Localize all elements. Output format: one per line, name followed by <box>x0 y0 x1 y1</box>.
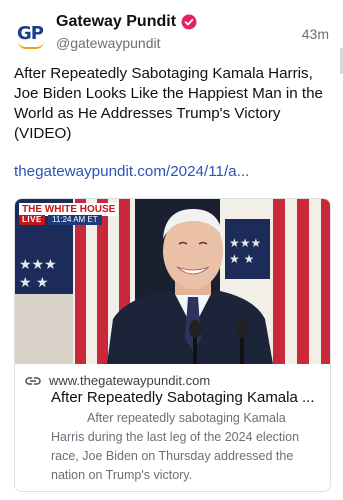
svg-text:★★★: ★★★ <box>19 257 57 273</box>
post-time[interactable]: 43m <box>302 26 329 42</box>
avatar[interactable]: GP <box>13 16 47 50</box>
avatar-smile-mark <box>18 41 44 49</box>
account-handle[interactable]: @gatewaypundit <box>56 35 161 51</box>
account-name-row[interactable]: Gateway Pundit <box>56 13 197 31</box>
account-name[interactable]: Gateway Pundit <box>56 13 176 31</box>
live-badge: LIVE <box>19 215 45 225</box>
svg-text:★★★: ★★★ <box>229 236 261 250</box>
card-domain-row: www.thegatewaypundit.com <box>25 373 210 388</box>
svg-text:★ ★: ★ ★ <box>229 252 254 266</box>
card-image[interactable]: ★★★ ★ ★ ★★★ ★ ★ THE WHITE HOUSE LIVE 11:… <box>15 199 330 364</box>
broadcast-time: 11:24 AM ET <box>48 215 102 225</box>
link-preview-card[interactable]: ★★★ ★ ★ ★★★ ★ ★ THE WHITE HOUSE LIVE 11:… <box>14 198 331 492</box>
card-description: After repeatedly sabotaging Kamala Harri… <box>51 411 300 482</box>
verified-badge-icon <box>181 14 197 30</box>
post-link[interactable]: thegatewaypundit.com/2024/11/a... <box>14 163 334 180</box>
svg-text:★ ★: ★ ★ <box>19 275 49 291</box>
card-domain: www.thegatewaypundit.com <box>49 373 211 388</box>
link-icon <box>25 376 41 385</box>
post-text: After Repeatedly Sabotaging Kamala Harri… <box>14 65 324 142</box>
card-title[interactable]: After Repeatedly Sabotaging Kamala ... <box>51 389 323 406</box>
post[interactable]: GP Gateway Pundit @gatewaypundit 43m Aft… <box>0 0 343 500</box>
